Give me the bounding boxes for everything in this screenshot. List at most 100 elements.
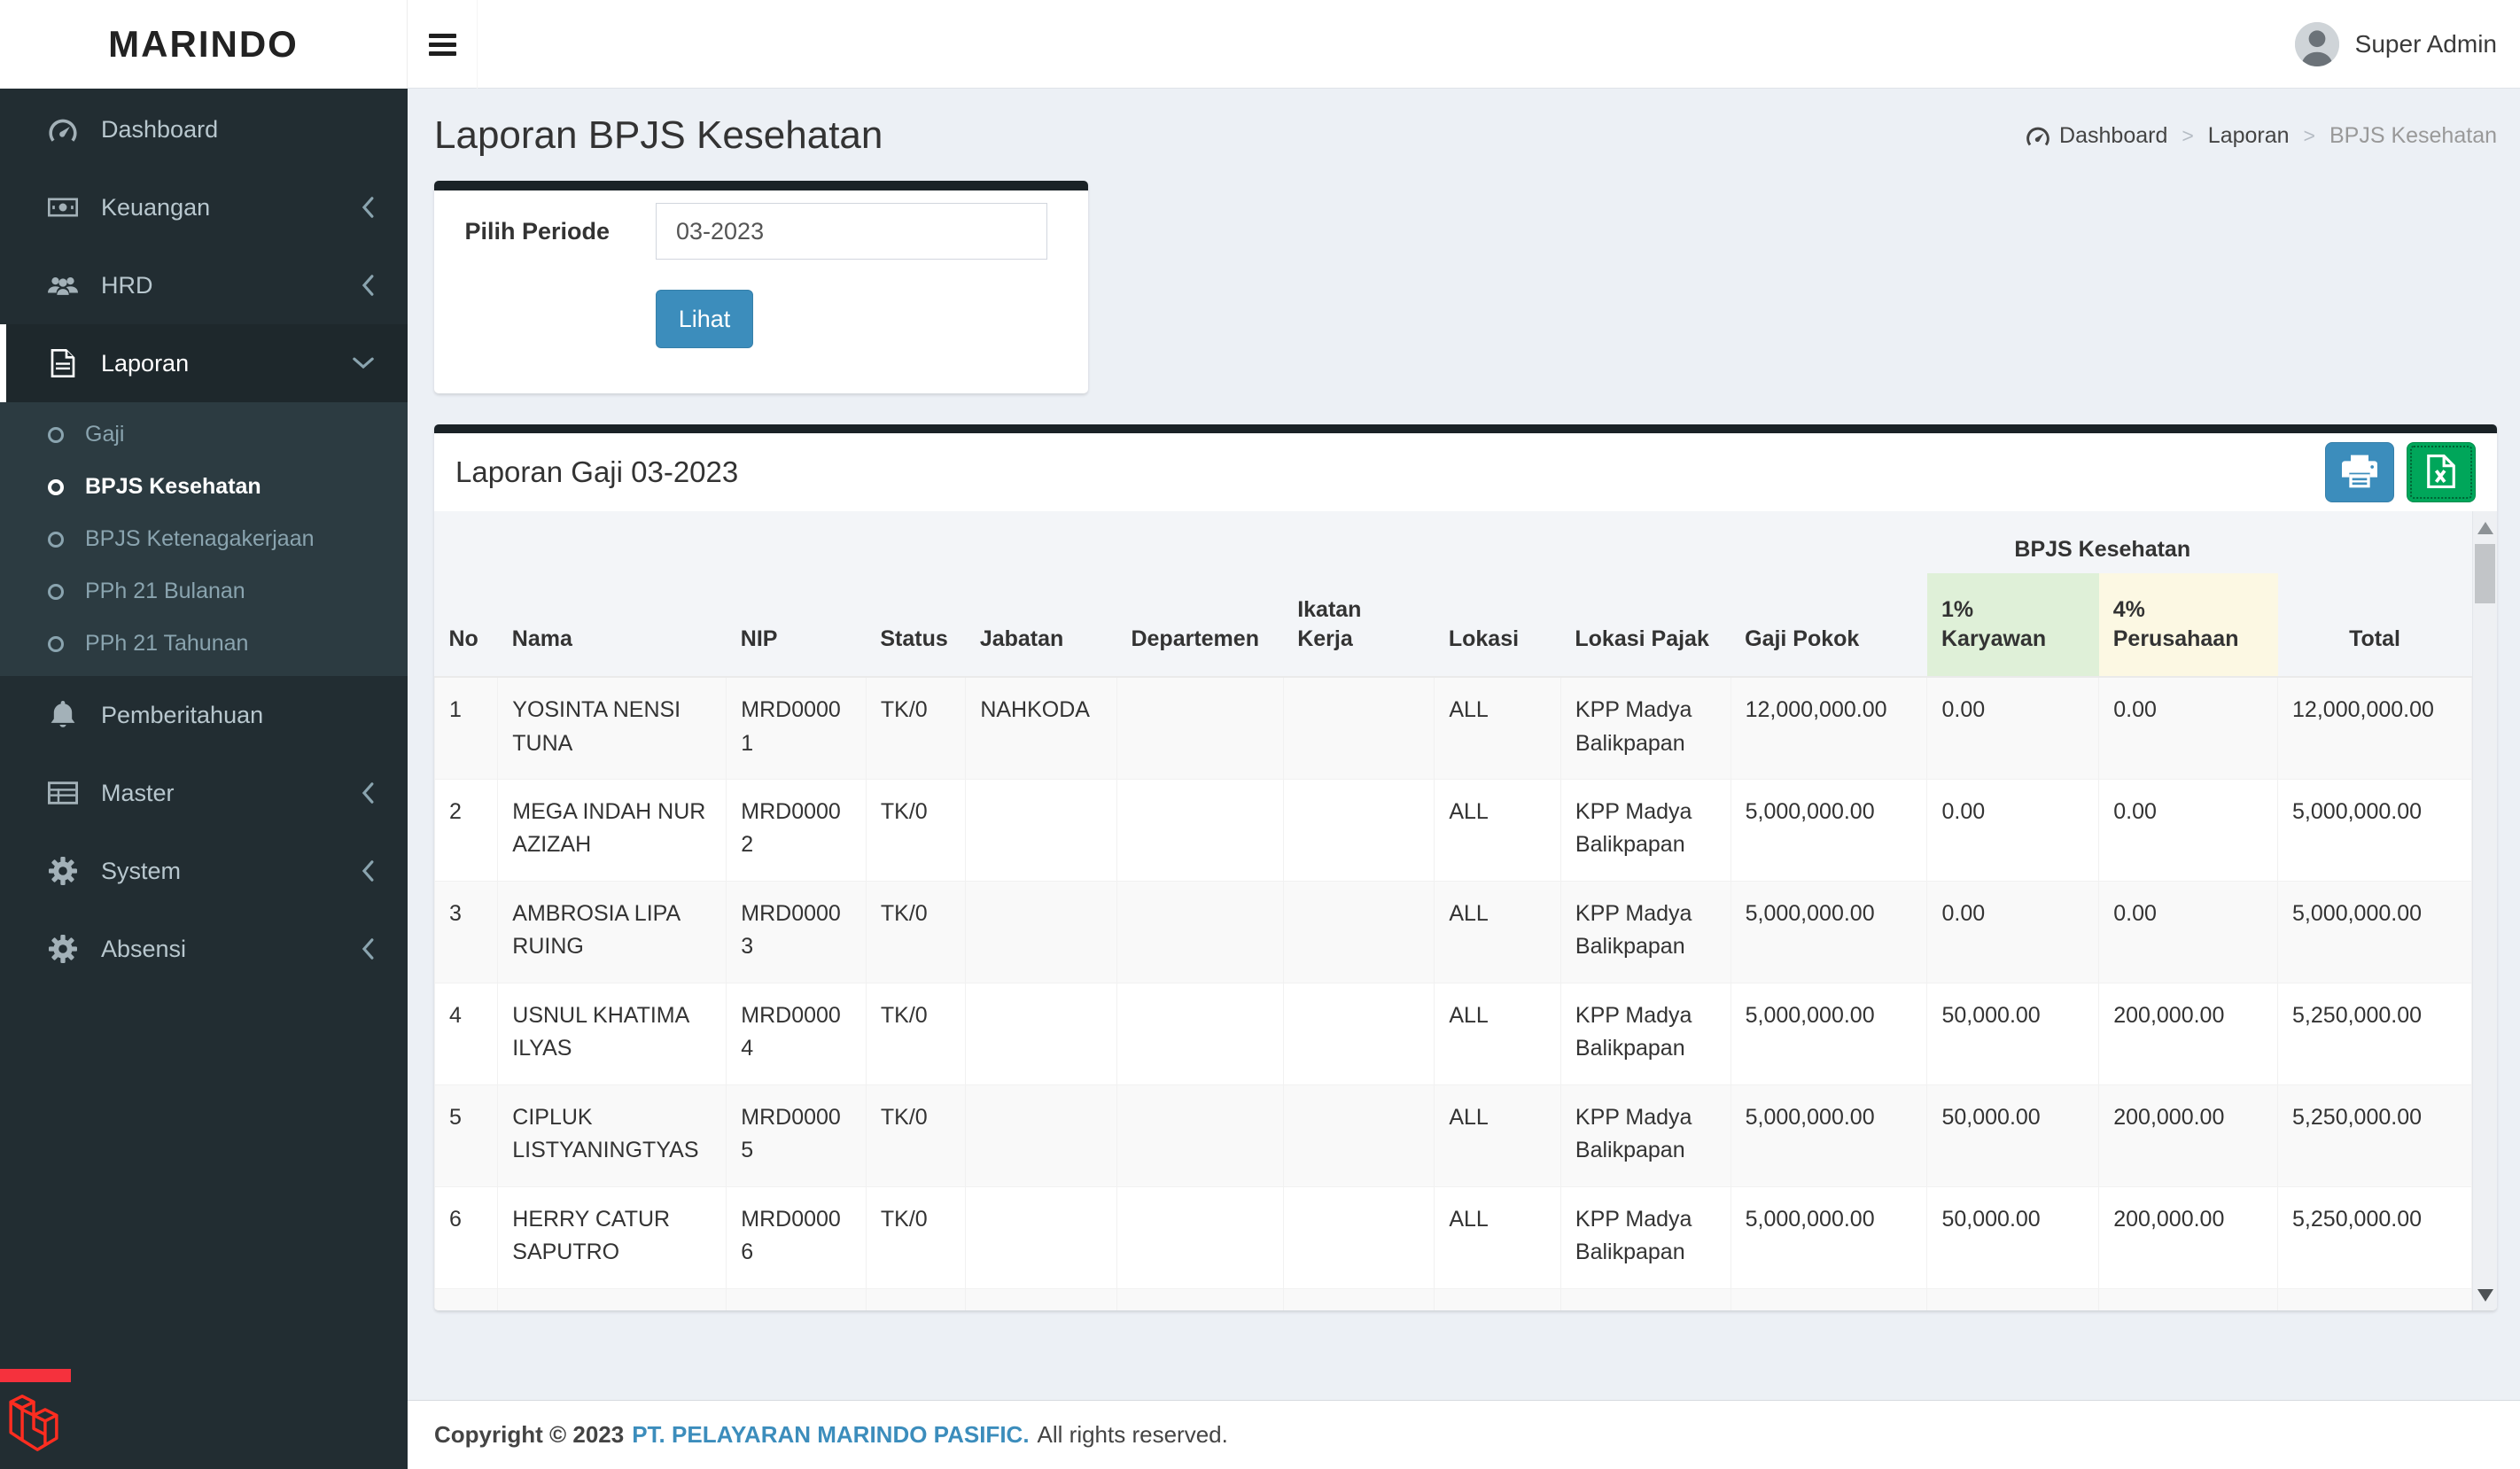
cell-lokasi: ALL [1434,982,1561,1085]
cell-jabatan [965,880,1117,983]
brand-text: MARINDO [108,23,299,65]
col-header-lokasi: Lokasi [1434,573,1561,678]
cell-gaji-pokok: 5,000,000.00 [1730,1185,1928,1289]
cell-departemen [1116,1084,1284,1187]
sidebar-item-label: Pemberitahuan [101,701,264,728]
tachometer-icon [2026,124,2050,147]
table-group-header-row: BPJS Kesehatan [435,511,2472,573]
scroll-down-arrow[interactable] [2477,1289,2493,1302]
cell-jabatan [965,1084,1117,1187]
copyright-text: Copyright © 2023 [434,1421,625,1448]
col-header-jabatan: Jabatan [965,573,1117,678]
period-input[interactable] [656,203,1047,260]
cell-ikatan-kerja [1282,676,1435,780]
file-excel-icon [2423,454,2459,491]
cell-status: TK/0 [865,880,967,983]
circle-icon [48,478,64,495]
sidebar-item-system[interactable]: System [0,832,408,910]
cell-total: 5,250,000.00 [2277,1084,2472,1187]
sidebar-item-label: BPJS Kesehatan [85,474,261,499]
app-window: MARINDO Super Admin Dashboard Keuangan H… [0,0,2520,1469]
breadcrumb-separator: > [2303,123,2315,147]
table-row: 3 AMBROSIA LIPA RUING MRD00003 TK/0 ALL KPP M… [434,880,2472,983]
sidebar: Dashboard Keuangan HRD Laporan Gaji BPJS… [0,89,408,1469]
cell-gaji-pokok: 5,000,000.00 [1730,880,1928,983]
sidebar-item-bpjs-ketenagakerjaan[interactable]: BPJS Ketenagakerjaan [0,513,408,565]
col-header-gaji-pokok: Gaji Pokok [1731,573,1927,678]
report-table-scroll-area: BPJS Kesehatan No Nama NIP Status Jabata… [434,511,2497,1310]
cell-nama: HERRY CATUR SAPUTRO [497,1185,727,1289]
chevron-left-icon [361,275,374,296]
cell-lokasi: ALL [1434,1185,1561,1289]
laravel-debugbar-icon[interactable] [9,1387,58,1458]
company-link[interactable]: PT. PELAYARAN MARINDO PASIFIC. [632,1421,1029,1449]
sidebar-item-bpjs-kesehatan[interactable]: BPJS Kesehatan [0,461,408,513]
chevron-left-icon [361,938,374,960]
breadcrumb: Dashboard > Laporan > BPJS Kesehatan [2026,123,2497,149]
top-navbar: MARINDO Super Admin [0,0,2520,89]
cell-bpjs-1pct-karyawan: 50,000.00 [1926,1185,2100,1289]
file-text-icon [43,349,83,377]
cell-departemen [1116,778,1284,882]
breadcrumb-dashboard[interactable]: Dashboard [2026,123,2167,149]
cell-lokasi-pajak: KPP Madya Balikpapan [1559,880,1731,983]
brand-logo[interactable]: MARINDO [0,0,408,89]
user-menu[interactable]: Super Admin [2294,0,2497,89]
table-row: 5 CIPLUK LISTYANINGTYAS MRD00005 TK/0 ALL KPP… [434,1084,2472,1187]
lihat-button[interactable]: Lihat [656,290,753,348]
cell-lokasi-pajak: KPP Madya Balikpapan [1559,982,1731,1085]
cell-jabatan: NAHKODA [965,676,1117,780]
circle-icon [48,583,64,600]
cell-bpjs-4pct-perusahaan: 200,000.00 [2098,982,2279,1085]
circle-icon [48,635,64,652]
gear-icon [43,935,83,963]
sidebar-item-hrd[interactable]: HRD [0,246,408,324]
breadcrumb-laporan[interactable]: Laporan [2208,123,2290,149]
col-header-status: Status [866,573,966,678]
sidebar-item-absensi[interactable]: Absensi [0,910,408,988]
cell-nama: USNUL KHATIMA ILYAS [497,982,727,1085]
cell-departemen [1116,676,1284,780]
sidebar-item-label: Absensi [101,935,187,962]
table-header-row: No Nama NIP Status Jabatan Departemen Ik… [434,573,2472,678]
sidebar-item-pph21-bulanan[interactable]: PPh 21 Bulanan [0,565,408,618]
sidebar-item-label: Gaji [85,422,125,447]
sidebar-item-label: BPJS Ketenagakerjaan [85,526,315,551]
cell-bpjs-1pct-karyawan: 0.00 [1926,778,2100,882]
cell-ikatan-kerja [1282,1084,1435,1187]
col-header-lokasi-pajak: Lokasi Pajak [1560,573,1731,678]
cell-nip: MRD00001 [726,676,867,780]
sidebar-item-label: PPh 21 Bulanan [85,579,245,603]
scroll-up-arrow[interactable] [2477,522,2493,534]
cell-ikatan-kerja [1282,880,1435,983]
excel-button[interactable] [2407,442,2476,502]
sidebar-item-keuangan[interactable]: Keuangan [0,168,408,246]
report-card-header: Laporan Gaji 03-2023 [434,433,2497,511]
cell-departemen [1116,1185,1284,1289]
cell-status: TK/0 [865,676,967,780]
scroll-thumb[interactable] [2475,544,2495,603]
sidebar-item-pemberitahuan[interactable]: Pemberitahuan [0,676,408,754]
cell-bpjs-1pct-karyawan: 0.00 [1926,676,2100,780]
debugbar-strip[interactable] [0,1369,71,1382]
cell-bpjs-4pct-perusahaan: 0.00 [2098,880,2279,983]
sidebar-item-label: System [101,857,182,884]
sidebar-toggle-button[interactable] [408,0,478,89]
cell-total: 5,000,000.00 [2277,880,2472,983]
cell-lokasi: ALL [1434,676,1561,780]
print-button[interactable] [2325,442,2394,502]
cell-nama: AMBROSIA LIPA RUING [497,880,727,983]
cell-bpjs-1pct-karyawan: 0.00 [1926,880,2100,983]
cell-bpjs-1pct-karyawan: 50,000.00 [1926,982,2100,1085]
sidebar-item-dashboard[interactable]: Dashboard [0,90,408,168]
vertical-scrollbar[interactable] [2472,511,2497,1310]
sidebar-item-pph21-tahunan[interactable]: PPh 21 Tahunan [0,618,408,670]
table-row: 4 USNUL KHATIMA ILYAS MRD00004 TK/0 ALL KPP M… [434,982,2472,1085]
bell-icon [43,701,83,729]
sidebar-item-gaji[interactable]: Gaji [0,408,408,461]
cell-nama: MEGA INDAH NUR AZIZAH [497,778,727,882]
col-header-total: Total [2277,573,2472,678]
cell-total: 5,250,000.00 [2277,982,2472,1085]
sidebar-item-laporan[interactable]: Laporan [0,324,408,402]
sidebar-item-master[interactable]: Master [0,754,408,832]
